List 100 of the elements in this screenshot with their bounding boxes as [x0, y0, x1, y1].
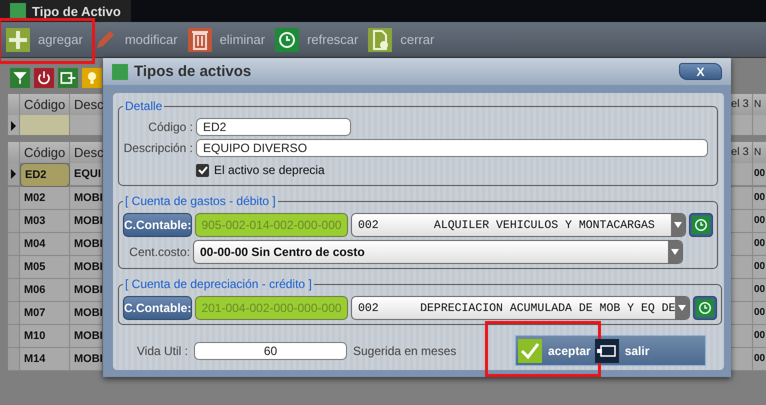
- trash-icon: [188, 28, 212, 52]
- table-cell: MOBI: [70, 302, 103, 325]
- account-button[interactable]: C.Contable:: [123, 296, 192, 320]
- table-cell: 00: [753, 210, 766, 233]
- table-cell: M03: [20, 210, 70, 233]
- column-header: Desc: [70, 142, 103, 163]
- table-cell: [729, 348, 753, 371]
- toolbar-button[interactable]: eliminar: [188, 28, 266, 52]
- table-cell: [729, 325, 753, 348]
- account-field: 201-004-002-000-000-000: [195, 296, 348, 320]
- check-icon: [518, 338, 542, 362]
- plus-icon: [6, 28, 30, 52]
- table-cell: M10: [20, 325, 70, 348]
- row-header-cell: [8, 256, 20, 279]
- refresh-button[interactable]: [693, 296, 718, 320]
- account-select[interactable]: 002 DEPRECIACION ACUMULADA DE MOB Y EQ DE: [351, 296, 690, 320]
- row-header-cell: [8, 279, 20, 302]
- filter-cell[interactable]: [729, 115, 753, 135]
- table-cell: ED2: [20, 163, 70, 187]
- document-icon: [368, 28, 392, 52]
- section-legend: [ Cuenta de gastos - débito ]: [123, 194, 278, 208]
- table-cell: M07: [20, 302, 70, 325]
- accept-button[interactable]: aceptar: [518, 338, 591, 362]
- account-button[interactable]: C.Contable:: [123, 213, 192, 237]
- table-cell: [729, 163, 753, 186]
- dropdown-caret-icon: [671, 249, 679, 255]
- field-label: Vida Util :: [136, 344, 188, 358]
- table-cell: [729, 187, 753, 210]
- dropdown-caret-icon: [674, 222, 682, 228]
- code-input-field[interactable]: ED2: [196, 118, 351, 136]
- app-icon: [112, 64, 128, 80]
- dialog-title: Tipos de activos: [134, 63, 252, 80]
- row-header-cell: [8, 348, 20, 371]
- column-header: el 3: [729, 94, 753, 115]
- row-header-cell: [8, 210, 20, 233]
- checkbox-label: El activo se deprecia: [214, 163, 325, 177]
- filter-cell[interactable]: [20, 115, 70, 135]
- table-cell: 00: [753, 325, 766, 348]
- table-cell: M14: [20, 348, 70, 371]
- filter-cell[interactable]: [70, 115, 103, 135]
- bulb-icon[interactable]: [82, 68, 102, 88]
- table-cell: 00: [753, 256, 766, 279]
- refresh-icon: [275, 28, 300, 52]
- account-select[interactable]: 002 ALQUILER VEHICULOS Y MONTACARGAS: [351, 213, 686, 237]
- table-cell: EQUI: [70, 163, 103, 186]
- table-cell: MOBI: [70, 187, 103, 210]
- export-icon[interactable]: [58, 68, 78, 88]
- dropdown-caret-icon: [678, 305, 686, 311]
- row-header-cell: [8, 233, 20, 256]
- account-field: 905-002-014-002-000-000: [195, 213, 348, 237]
- table-cell: MOBI: [70, 325, 103, 348]
- cost-center-select[interactable]: 00-00-00 Sin Centro de costo: [193, 240, 683, 264]
- section-legend: Detalle: [123, 99, 164, 113]
- table-cell: [729, 210, 753, 233]
- table-cell: M02: [20, 187, 70, 210]
- table-cell: 00: [753, 187, 766, 210]
- exit-icon: [594, 338, 619, 362]
- table-cell: MOBI: [70, 233, 103, 256]
- table-cell: 00: [753, 163, 766, 186]
- table-cell: [729, 233, 753, 256]
- toolbar-button[interactable]: agregar: [6, 28, 83, 52]
- column-header: N: [753, 142, 766, 163]
- funnel-icon[interactable]: [10, 68, 30, 88]
- table-cell: MOBI: [70, 348, 103, 371]
- column-header: Código: [20, 142, 70, 163]
- table-cell: [729, 302, 753, 325]
- column-header: N: [753, 94, 766, 115]
- row-header-cell: [8, 325, 20, 348]
- filter-cell[interactable]: [753, 115, 766, 135]
- close-button[interactable]: X: [679, 63, 722, 80]
- table-cell: M06: [20, 279, 70, 302]
- toolbar-button[interactable]: cerrar: [368, 28, 434, 52]
- section-legend: [ Cuenta de depreciación - crédito ]: [123, 277, 314, 291]
- field-label: Cent.costo:: [128, 245, 190, 259]
- row-header-cell: [8, 302, 20, 325]
- table-cell: M05: [20, 256, 70, 279]
- useful-life-input-field[interactable]: 60: [194, 342, 347, 360]
- refresh-button[interactable]: [689, 213, 713, 237]
- exit-button[interactable]: salir: [594, 338, 650, 362]
- table-cell: M04: [20, 233, 70, 256]
- app-icon: [10, 3, 26, 19]
- hint-text: Sugerida en meses: [353, 344, 456, 358]
- table-cell: 00: [753, 302, 766, 325]
- checkbox[interactable]: [196, 164, 209, 176]
- table-cell: [729, 256, 753, 279]
- table-cell: [729, 279, 753, 302]
- description-input-field[interactable]: EQUIPO DIVERSO: [196, 139, 708, 157]
- toolbar-button[interactable]: modificar: [92, 28, 178, 52]
- table-cell: MOBI: [70, 210, 103, 233]
- toolbar-button[interactable]: refrescar: [275, 28, 358, 52]
- column-header: Código: [20, 94, 70, 115]
- column-header: el 3: [729, 142, 753, 163]
- table-cell: MOBI: [70, 256, 103, 279]
- table-cell: 00: [753, 233, 766, 256]
- power-icon[interactable]: [34, 68, 54, 88]
- table-cell: 00: [753, 279, 766, 302]
- field-label: Descripción :: [123, 141, 193, 155]
- table-cell: 00: [753, 348, 766, 371]
- field-label: Código :: [147, 120, 193, 134]
- table-cell: MOBI: [70, 279, 103, 302]
